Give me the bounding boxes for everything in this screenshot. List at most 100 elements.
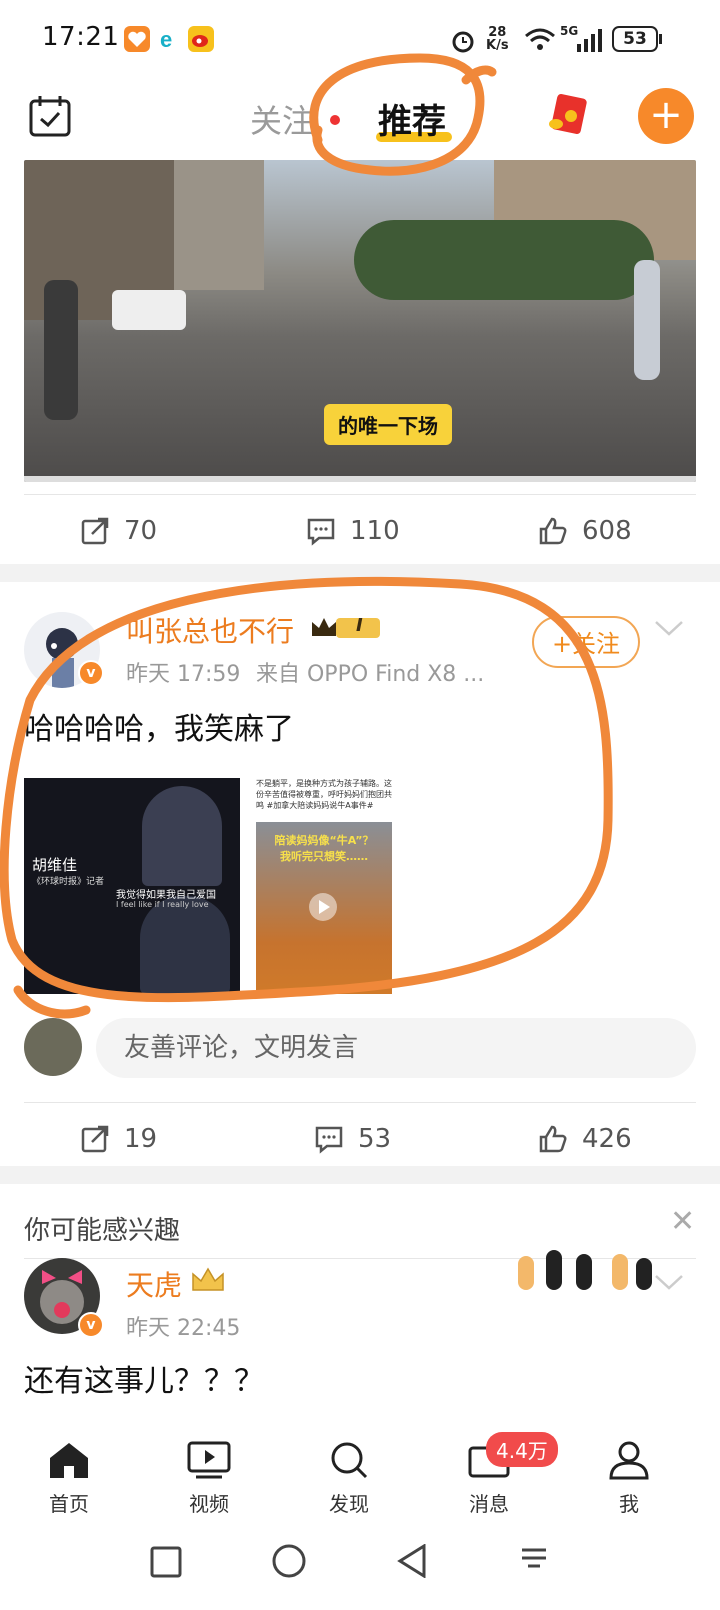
pedestrian	[634, 260, 660, 380]
thumbs-up-icon	[539, 1125, 567, 1153]
level-label: I	[356, 615, 363, 636]
menu-lines-icon[interactable]	[518, 1544, 550, 1582]
nav-me-label: 我	[619, 1492, 639, 1516]
net-speed-unit: K/s	[486, 38, 509, 53]
divider	[24, 494, 696, 495]
repost-icon	[81, 1125, 109, 1153]
crown-icon	[190, 1266, 226, 1300]
nav-video-label: 视频	[189, 1492, 229, 1516]
back-icon[interactable]	[396, 1543, 428, 1582]
repost-icon	[81, 517, 109, 545]
home-circle-icon[interactable]	[272, 1544, 306, 1582]
post2-username[interactable]: 天虎	[126, 1264, 182, 1304]
close-icon[interactable]: ✕	[670, 1204, 695, 1239]
follow-button[interactable]: +关注	[532, 616, 640, 668]
nav-discover[interactable]: 发现	[304, 1440, 394, 1517]
divider	[24, 1102, 696, 1103]
repost-button[interactable]: 19	[80, 1124, 157, 1154]
video-post-actions: 70 110 608	[0, 496, 720, 568]
comment-count: 53	[358, 1124, 392, 1154]
comment-count: 110	[350, 516, 400, 546]
image1-subtitle-en: I feel like if I really love	[116, 900, 209, 909]
play-icon	[308, 892, 338, 926]
messages-badge: 4.4万	[486, 1432, 558, 1467]
home-icon	[50, 1443, 88, 1478]
like-count: 608	[582, 516, 632, 546]
post-image-2[interactable]: 不是躺平，是换种方式为孩子辅路。这份辛苦值得被尊重，呼吁妈妈们抱团共鸣 #加拿大…	[256, 778, 392, 994]
top-nav: 关注 推荐 +	[0, 80, 720, 158]
bottom-nav: 首页 视频 发现 消息 4.4万 我	[0, 1430, 720, 1530]
section-separator	[0, 1166, 720, 1184]
search-icon	[331, 1442, 368, 1479]
alarm-icon	[450, 28, 476, 58]
comment-button[interactable]: 53	[314, 1124, 391, 1154]
chevron-down-icon[interactable]	[654, 618, 684, 642]
comment-input[interactable]: 友善评论，文明发言	[96, 1018, 696, 1078]
app-icon-browser: e	[156, 26, 182, 52]
clock: 17:21	[42, 22, 120, 52]
battery-tip	[659, 34, 662, 44]
image1-name: 胡维佳	[32, 856, 78, 874]
recent-apps-icon[interactable]	[150, 1546, 182, 1582]
post-image-1[interactable]: 胡维佳 《环球时报》记者 我觉得如果我自己爱国 I feel like if I…	[24, 778, 240, 994]
post2-time: 昨天 22:45	[126, 1316, 241, 1341]
tab-follow[interactable]: 关注	[250, 96, 314, 142]
verified-badge-icon: v	[78, 1312, 104, 1338]
cat-paws-sticker-icon	[514, 1240, 654, 1298]
pedestrian-left	[44, 280, 78, 420]
woman-figure-top	[142, 786, 222, 886]
interest-title: 你可能感兴趣	[24, 1216, 181, 1246]
my-avatar	[24, 1018, 82, 1076]
repost-count: 19	[124, 1124, 158, 1154]
image2-caption: 陪读妈妈像“牛A”？ 我听完只想笑……	[274, 834, 374, 863]
nav-me[interactable]: 我	[584, 1440, 674, 1517]
chevron-down-icon[interactable]	[654, 1272, 684, 1296]
user-icon	[609, 1441, 649, 1480]
thumbs-up-icon	[539, 517, 567, 545]
tab-recommend[interactable]: 推荐	[378, 94, 446, 143]
nav-home[interactable]: 首页	[24, 1440, 114, 1517]
trees	[354, 220, 654, 300]
battery-icon: 53	[612, 26, 658, 52]
nav-messages-label: 消息	[469, 1492, 509, 1516]
crown-level-badge-icon: I	[310, 614, 382, 640]
wifi-icon	[524, 26, 556, 56]
video-player[interactable]: 的唯一下场	[24, 160, 696, 482]
net-speed: 28 K/s	[486, 26, 509, 52]
image1-subtitle: 我觉得如果我自己爱国	[116, 890, 216, 901]
repost-count: 70	[124, 516, 158, 546]
calendar-icon[interactable]	[28, 94, 72, 142]
like-count: 426	[582, 1124, 632, 1154]
video-icon	[187, 1441, 231, 1479]
post-text: 哈哈哈哈，我笑麻了	[24, 712, 294, 747]
app-icon-weibo	[188, 26, 214, 52]
building-mid	[174, 160, 264, 290]
svg-text:e: e	[160, 27, 172, 52]
repost-button[interactable]: 70	[80, 516, 157, 546]
like-button[interactable]: 426	[538, 1124, 632, 1154]
comment-button[interactable]: 110	[306, 516, 400, 546]
post2-text: 还有这事儿？？？	[24, 1364, 264, 1399]
red-envelope-icon[interactable]	[544, 90, 592, 142]
woman-figure-bottom	[140, 896, 230, 994]
comment-icon	[307, 518, 335, 546]
nav-video[interactable]: 视频	[164, 1440, 254, 1517]
status-bar: 17:21 e 28 K/s 5G 53	[0, 0, 720, 80]
unread-dot	[330, 115, 340, 125]
comment-icon	[315, 1126, 343, 1154]
app-icon-heart	[124, 26, 150, 52]
compose-button[interactable]: +	[638, 88, 694, 144]
van	[112, 290, 186, 330]
verified-badge-icon: v	[78, 660, 104, 686]
image1-title: 《环球时报》记者	[32, 877, 105, 887]
image2-text: 不是躺平，是换种方式为孩子辅路。这份辛苦值得被尊重，呼吁妈妈们抱团共鸣 #加拿大…	[256, 779, 392, 810]
video-caption: 的唯一下场	[324, 404, 452, 445]
section-separator	[0, 564, 720, 582]
post-username[interactable]: 叫张总也不行	[126, 610, 294, 650]
video-progress[interactable]	[24, 476, 696, 482]
like-button[interactable]: 608	[538, 516, 632, 546]
signal-icon	[576, 28, 604, 56]
image2-video: 陪读妈妈像“牛A”？ 我听完只想笑……	[256, 822, 392, 994]
nav-discover-label: 发现	[329, 1492, 369, 1516]
post-time: 昨天 17:59	[126, 662, 241, 687]
